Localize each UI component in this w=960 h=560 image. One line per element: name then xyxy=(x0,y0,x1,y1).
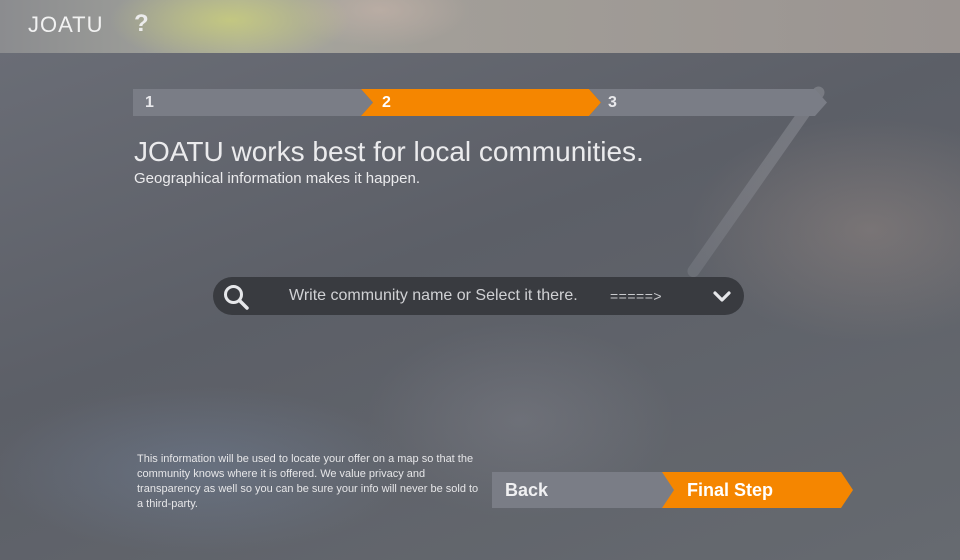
search-icon[interactable] xyxy=(223,284,249,310)
top-bar: JOATU ? xyxy=(0,0,960,53)
help-button[interactable]: ? xyxy=(134,10,149,38)
community-search: =====> xyxy=(213,277,744,315)
step-1[interactable]: 1 xyxy=(133,89,373,116)
back-button[interactable]: Back xyxy=(492,472,675,508)
select-arrow-hint: =====> xyxy=(610,288,663,304)
step-3[interactable]: 3 xyxy=(589,89,827,116)
chevron-down-icon[interactable] xyxy=(712,289,732,305)
page-title: JOATU works best for local communities. xyxy=(134,136,644,167)
progress-stepper: 1 2 3 xyxy=(133,89,827,116)
back-button-label: Back xyxy=(505,480,549,500)
step-2[interactable]: 2 xyxy=(361,89,601,116)
page-subtitle: Geographical information makes it happen… xyxy=(134,170,420,187)
step-3-label: 3 xyxy=(608,94,617,111)
final-step-button-label: Final Step xyxy=(687,480,774,500)
joatu-logo[interactable]: JOATU xyxy=(28,12,103,38)
step-2-label: 2 xyxy=(382,94,391,111)
final-step-button[interactable]: Final Step xyxy=(662,472,853,508)
privacy-notice: This information will be used to locate … xyxy=(137,453,479,510)
step-1-label: 1 xyxy=(145,94,154,111)
